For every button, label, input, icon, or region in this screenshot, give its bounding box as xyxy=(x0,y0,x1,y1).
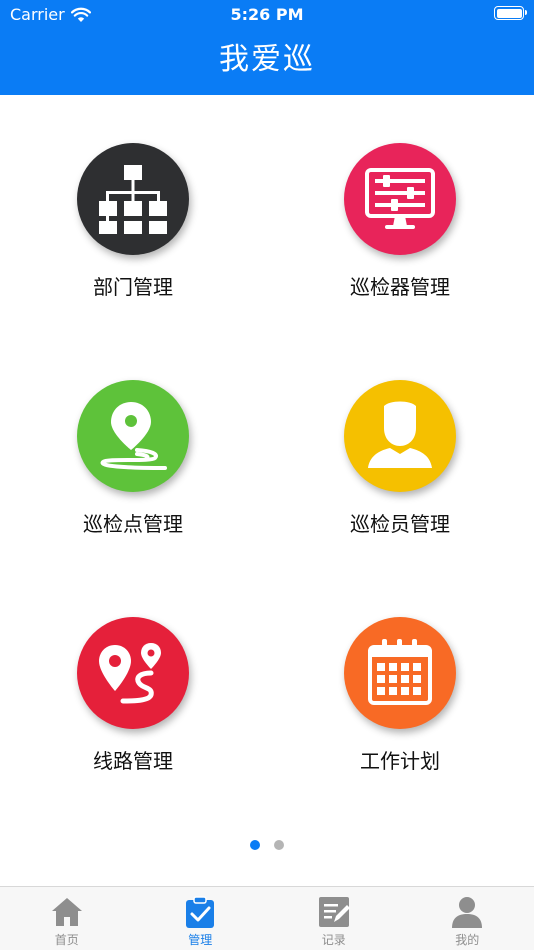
tile-icon-circle xyxy=(344,617,456,729)
tile-label: 部门管理 xyxy=(93,275,173,299)
org-chart-icon xyxy=(99,165,167,234)
tile-department[interactable]: 部门管理 xyxy=(33,143,233,313)
tile-icon-circle xyxy=(344,380,456,492)
tile-icon-circle xyxy=(77,617,189,729)
tile-inspector[interactable]: 巡检员管理 xyxy=(300,380,500,550)
battery-icon xyxy=(494,6,527,20)
clipboard-check-icon xyxy=(186,896,215,928)
note-edit-icon xyxy=(318,897,350,927)
calendar-icon xyxy=(368,639,432,705)
tab-manage[interactable]: 管理 xyxy=(134,887,268,950)
tile-label: 工作计划 xyxy=(360,749,440,773)
home-icon xyxy=(51,898,82,926)
tab-label: 管理 xyxy=(188,933,213,947)
inspector-person-icon xyxy=(368,401,432,468)
page-dot-active[interactable] xyxy=(250,840,260,850)
location-pin-path-icon xyxy=(100,402,167,470)
tab-label: 我的 xyxy=(455,933,480,947)
user-icon xyxy=(452,897,483,928)
page-indicator xyxy=(0,840,534,850)
tile-route[interactable]: 线路管理 xyxy=(33,617,233,787)
tile-label: 巡检员管理 xyxy=(350,512,450,536)
tile-icon-circle xyxy=(77,380,189,492)
tab-label: 首页 xyxy=(54,933,79,947)
page-title: 我爱巡 xyxy=(219,42,315,77)
tile-label: 线路管理 xyxy=(93,749,173,773)
tile-label: 巡检器管理 xyxy=(350,275,450,299)
header: Carrier 5:26 PM 我爱巡 xyxy=(0,0,534,95)
page-dot[interactable] xyxy=(274,840,284,850)
tile-label: 巡检点管理 xyxy=(83,512,183,536)
tab-bar: 首页 管理 记录 我的 xyxy=(0,886,534,950)
tab-records[interactable]: 记录 xyxy=(267,887,401,950)
route-pins-icon xyxy=(99,643,161,704)
tile-inspection-device[interactable]: 巡检器管理 xyxy=(300,143,500,313)
tab-mine[interactable]: 我的 xyxy=(401,887,534,950)
tile-icon-circle xyxy=(344,143,456,255)
tile-icon-circle xyxy=(77,143,189,255)
monitor-sliders-icon xyxy=(365,168,435,229)
status-time: 5:26 PM xyxy=(230,5,304,24)
status-bar: Carrier 5:26 PM xyxy=(0,0,534,28)
tile-work-plan[interactable]: 工作计划 xyxy=(300,617,500,787)
management-grid: 部门管理 巡检器管理 巡检点管理 巡检员管理 线路管理 工作计划 xyxy=(0,95,534,885)
tab-label: 记录 xyxy=(321,933,346,947)
tab-home[interactable]: 首页 xyxy=(0,887,134,950)
tile-checkpoint[interactable]: 巡检点管理 xyxy=(33,380,233,550)
